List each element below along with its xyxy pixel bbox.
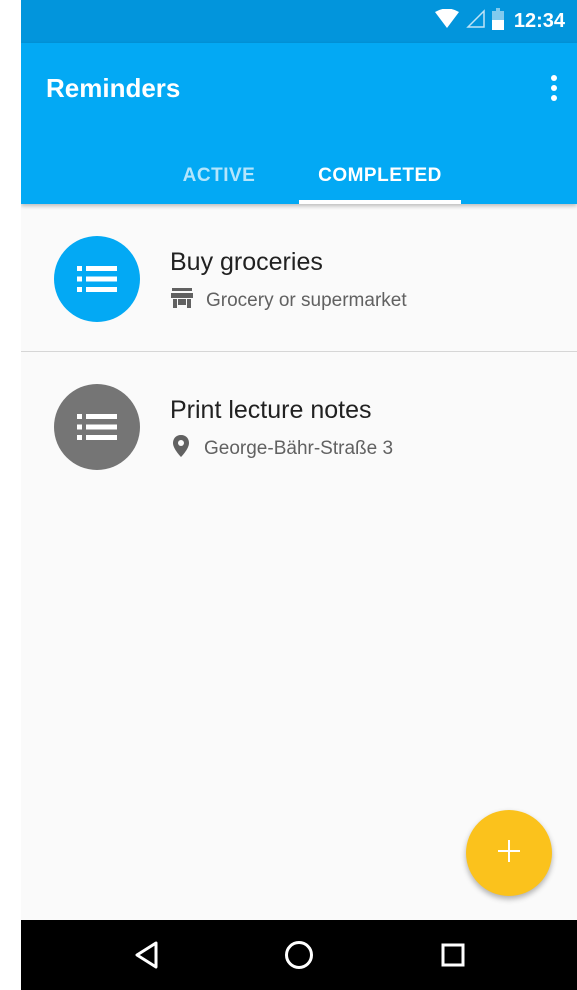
tab-indicator	[299, 200, 461, 204]
back-icon[interactable]	[129, 937, 165, 973]
recents-icon[interactable]	[435, 937, 471, 973]
app-screen: 12:34 Reminders ACTIVE COMPLETED Buy gro…	[21, 0, 577, 990]
reminder-subtitle: George-Bähr-Straße 3	[204, 438, 394, 459]
reminder-list: Buy groceries Grocery or supermarket Pri…	[21, 204, 577, 500]
location-pin-icon	[170, 434, 192, 464]
navigation-bar	[21, 920, 577, 990]
status-time: 12:34	[513, 10, 565, 32]
reminder-subtitle-row: George-Bähr-Straße 3	[170, 434, 394, 464]
plus-icon	[498, 839, 520, 867]
app-title: Reminders	[46, 73, 181, 103]
reminder-title: Print lecture notes	[170, 396, 372, 424]
reminder-item-buy-groceries[interactable]: Buy groceries Grocery or supermarket	[21, 204, 577, 352]
reminder-subtitle-row: Grocery or supermarket	[170, 288, 407, 314]
menu-dot	[551, 85, 557, 91]
cell-signal-icon	[466, 9, 486, 34]
reminder-item-print-lecture-notes[interactable]: Print lecture notes George-Bähr-Straße 3	[21, 352, 577, 500]
menu-dot	[551, 75, 557, 81]
home-icon[interactable]	[281, 937, 317, 973]
more-vert-icon[interactable]	[545, 71, 563, 105]
app-bar: Reminders ACTIVE COMPLETED	[21, 43, 577, 204]
status-icons: 12:34	[434, 0, 565, 43]
list-icon	[54, 384, 140, 470]
menu-dot	[551, 95, 557, 101]
battery-icon	[491, 8, 504, 35]
store-icon	[170, 287, 194, 315]
reminder-subtitle: Grocery or supermarket	[206, 290, 407, 311]
reminder-title: Buy groceries	[170, 248, 323, 276]
add-reminder-button[interactable]	[466, 810, 552, 896]
list-icon	[54, 236, 140, 322]
tab-completed[interactable]: COMPLETED	[299, 148, 461, 204]
wifi-icon	[434, 8, 460, 34]
tab-active[interactable]: ACTIVE	[138, 148, 300, 204]
status-bar: 12:34	[21, 0, 577, 43]
